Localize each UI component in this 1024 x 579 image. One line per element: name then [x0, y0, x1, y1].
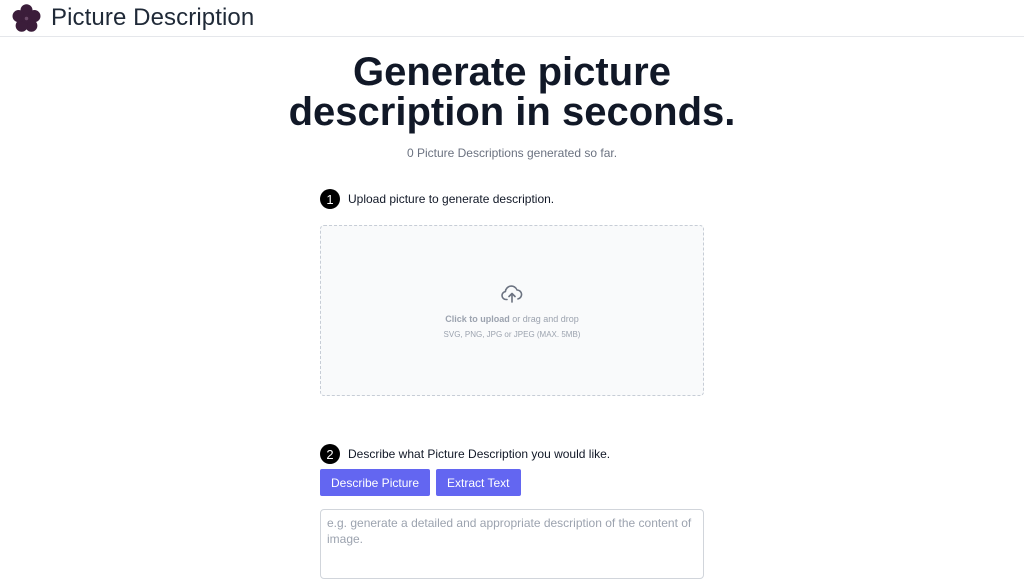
generation-counter: 0 Picture Descriptions generated so far.: [406, 146, 618, 160]
prompt-textarea[interactable]: [320, 509, 704, 579]
step-2-label: Describe what Picture Description you wo…: [348, 447, 611, 461]
describe-picture-button[interactable]: Describe Picture: [320, 469, 431, 496]
step-2-badge: 2: [320, 444, 340, 464]
hero-title-line2: description in seconds.: [288, 90, 736, 134]
top-bar: Picture Description: [0, 0, 1024, 37]
mode-buttons: Describe Picture Extract Text: [320, 469, 521, 496]
upload-instructions: Click to upload or drag and drop: [445, 314, 579, 324]
step-1-label: Upload picture to generate description.: [348, 192, 555, 206]
step-2-header: 2 Describe what Picture Description you …: [320, 444, 610, 464]
upload-dropzone[interactable]: Click to upload or drag and drop SVG, PN…: [320, 225, 704, 396]
hero-title: Generate picture description in seconds.: [0, 52, 1024, 132]
click-to-upload-text[interactable]: Click to upload: [445, 314, 510, 324]
flower-logo-icon[interactable]: [10, 2, 43, 35]
cloud-upload-icon: [501, 285, 523, 303]
hero-title-line1: Generate picture: [353, 50, 671, 94]
drag-drop-text: or drag and drop: [509, 314, 579, 324]
app-title[interactable]: Picture Description: [51, 4, 254, 32]
hero-section: Generate picture description in seconds.…: [0, 52, 1024, 160]
step-1-header: 1 Upload picture to generate description…: [320, 189, 554, 209]
step-1-badge: 1: [320, 189, 340, 209]
file-format-hint: SVG, PNG, JPG or JPEG (MAX. 5MB): [443, 330, 581, 339]
extract-text-button[interactable]: Extract Text: [436, 469, 521, 496]
